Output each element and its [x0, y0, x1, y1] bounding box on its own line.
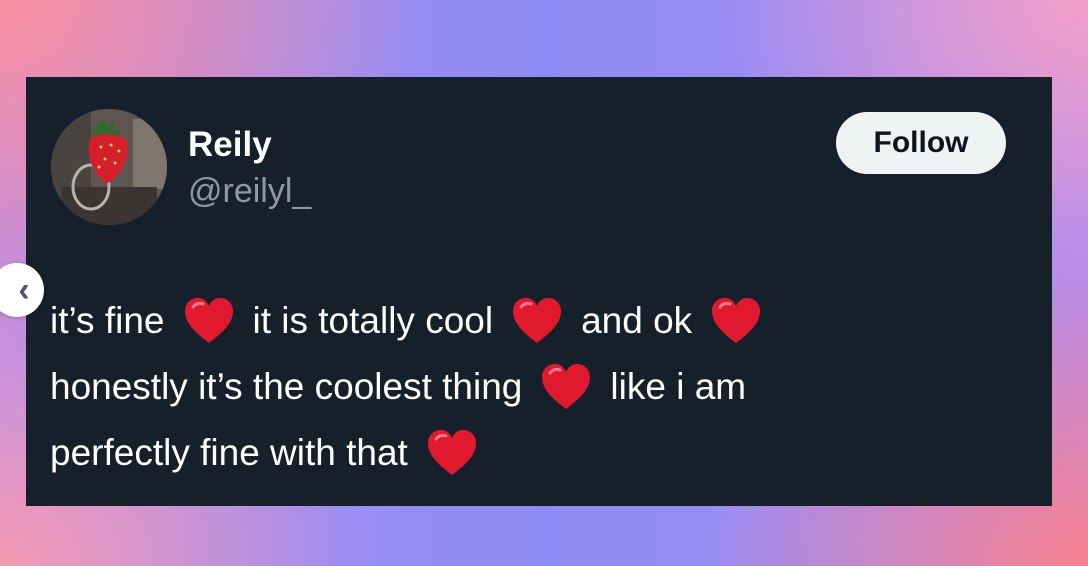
tweet-text-line-1: it’s fine it is totally cool and ok [50, 291, 780, 351]
display-name[interactable]: Reily [188, 123, 272, 167]
heart-icon [426, 429, 478, 477]
tweet-text-segment: it’s fine [50, 300, 165, 341]
user-handle[interactable]: @reilyl_ [188, 169, 311, 213]
tweet-text-segment: honestly it’s the coolest thing [50, 366, 523, 407]
tweet-text-line-3: perfectly fine with that [50, 423, 496, 483]
tweet-text-segment: perfectly fine with that [50, 432, 408, 473]
tweet-card: Reily @reilyl_ Follow it’s fine it is to… [26, 77, 1052, 506]
chevron-left-icon: ‹ [18, 271, 30, 309]
heart-icon [183, 297, 235, 345]
heart-icon [710, 297, 762, 345]
tweet-text-segment: it is totally cool [252, 300, 494, 341]
tweet-text-segment: like i am [610, 366, 747, 407]
avatar[interactable] [51, 109, 167, 225]
heart-icon [511, 297, 563, 345]
tweet-text-segment: and ok [581, 300, 693, 341]
tweet-text-line-2: honestly it’s the coolest thing like i a… [50, 357, 746, 417]
strawberry-avatar-icon [51, 109, 167, 225]
heart-icon [540, 363, 592, 411]
follow-button[interactable]: Follow [836, 112, 1006, 174]
